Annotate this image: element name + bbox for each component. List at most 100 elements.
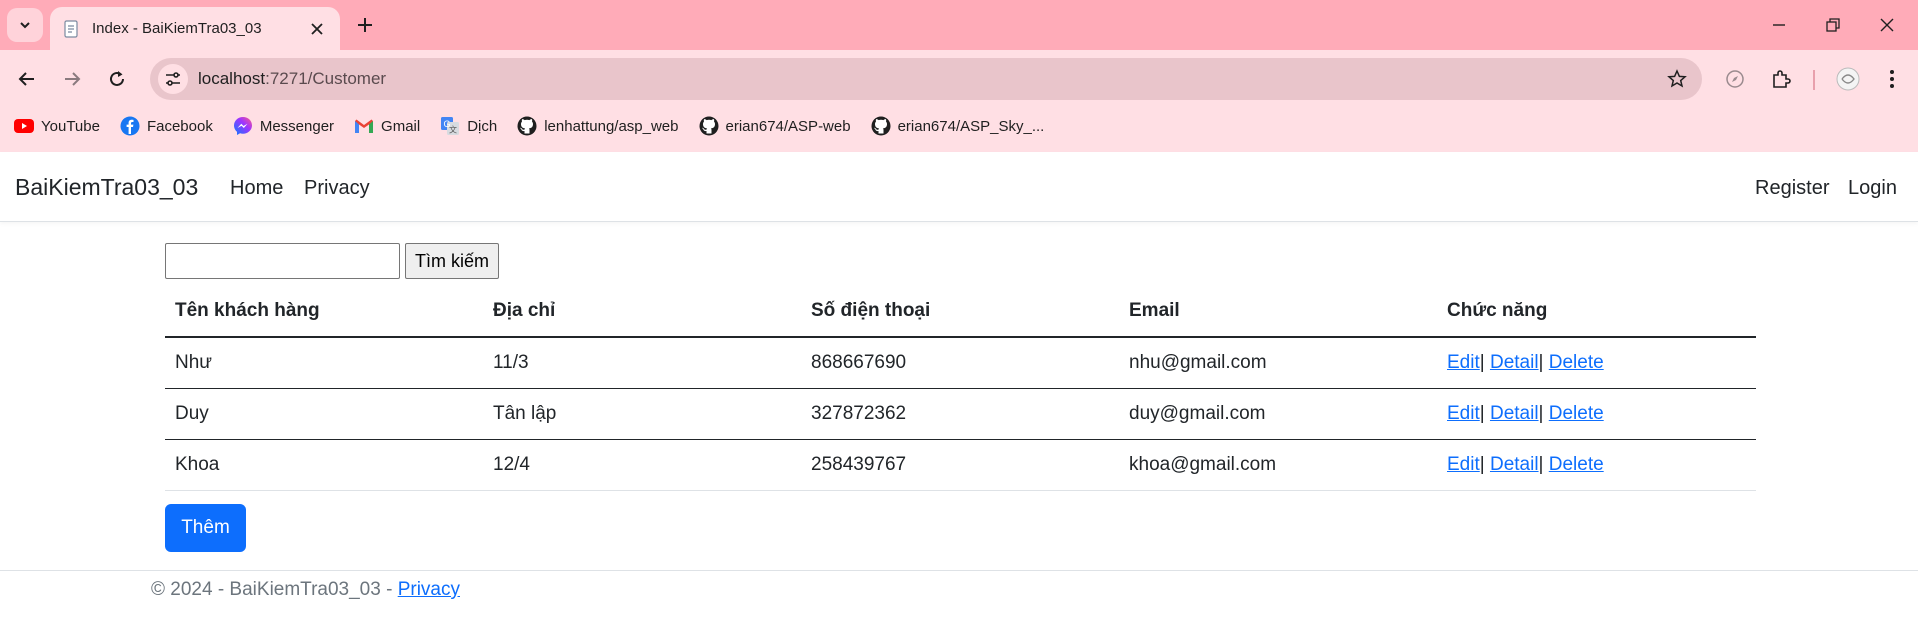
nav-home[interactable]: Home [230, 177, 283, 200]
site-brand[interactable]: BaiKiemTra03_03 [15, 174, 198, 201]
bookmark-label: erian674/ASP-web [725, 117, 851, 135]
cell-email: duy@gmail.com [1119, 388, 1437, 440]
plus-icon [358, 18, 372, 32]
compass-icon [1726, 70, 1744, 88]
search-button[interactable]: Tìm kiếm [405, 243, 499, 279]
bookmark-star-button[interactable] [1662, 64, 1692, 94]
cell-actions: Edit| Detail| Delete [1437, 337, 1756, 389]
forward-button[interactable] [56, 63, 88, 95]
messenger-icon [233, 116, 253, 136]
url-text[interactable]: localhost:7271/Customer [198, 69, 1662, 89]
search-input[interactable] [165, 243, 400, 279]
site-navbar: BaiKiemTra03_03 Home Privacy Register Lo… [0, 152, 1918, 222]
cell-actions: Edit| Detail| Delete [1437, 439, 1756, 491]
bookmark-facebook[interactable]: Facebook [120, 116, 213, 136]
translate-icon: G文 [440, 116, 460, 136]
menu-button[interactable] [1876, 63, 1908, 95]
more-vertical-icon [1890, 70, 1894, 88]
back-button[interactable] [11, 63, 43, 95]
header-name: Tên khách hàng [165, 285, 483, 338]
nav-login[interactable]: Login [1848, 177, 1897, 200]
bookmark-github-3[interactable]: erian674/ASP_Sky_... [871, 116, 1045, 136]
bookmark-label: erian674/ASP_Sky_... [897, 117, 1045, 135]
separator: | [1479, 402, 1485, 424]
table-row: Duy Tân lập 327872362 duy@gmail.com Edit… [165, 388, 1756, 440]
reload-icon [110, 71, 124, 86]
close-icon [1880, 18, 1894, 32]
tune-icon [166, 72, 180, 86]
edit-link[interactable]: Edit [1447, 454, 1480, 475]
bookmark-messenger[interactable]: Messenger [233, 116, 334, 136]
bookmark-github-1[interactable]: lenhattung/asp_web [517, 116, 679, 136]
detail-link[interactable]: Detail [1490, 352, 1539, 373]
separator: | [1479, 453, 1485, 475]
address-bar[interactable]: localhost:7271/Customer [150, 58, 1702, 100]
delete-link[interactable]: Delete [1549, 352, 1604, 373]
toolbar-divider [1813, 70, 1815, 90]
arrow-right-icon [65, 72, 81, 86]
chevron-down-icon [20, 22, 30, 29]
copyright-text: © 2024 - BaiKiemTra03_03 - [151, 579, 398, 600]
bookmark-github-2[interactable]: erian674/ASP-web [699, 116, 851, 136]
footer-privacy-link[interactable]: Privacy [398, 579, 460, 600]
nav-privacy[interactable]: Privacy [304, 177, 370, 200]
cell-name: Như [165, 337, 483, 389]
new-tab-button[interactable] [352, 12, 378, 38]
minimize-button[interactable] [1764, 12, 1794, 38]
reload-button[interactable] [101, 63, 133, 95]
cell-phone: 868667690 [801, 337, 1119, 389]
gmail-icon [354, 116, 374, 136]
close-icon[interactable] [306, 18, 328, 40]
add-customer-button[interactable]: Thêm [165, 504, 246, 552]
cell-address: 11/3 [483, 337, 801, 389]
separator: | [1479, 351, 1485, 373]
bookmark-label: Facebook [146, 117, 213, 135]
search-form: Tìm kiếm [165, 243, 499, 279]
bookmark-label: Messenger [259, 117, 335, 135]
bookmark-youtube[interactable]: YouTube [14, 116, 100, 136]
cell-actions: Edit| Detail| Delete [1437, 388, 1756, 440]
extensions-button[interactable] [1765, 63, 1797, 95]
separator: | [1538, 402, 1544, 424]
tab-search-button[interactable] [7, 8, 43, 42]
browser-tab-active[interactable]: Index - BaiKiemTra03_03 [50, 7, 340, 50]
delete-link[interactable]: Delete [1549, 454, 1604, 475]
footer-text: © 2024 - BaiKiemTra03_03 - Privacy [151, 579, 460, 601]
compass-extension-button[interactable] [1719, 63, 1751, 95]
bookmark-gmail[interactable]: Gmail [354, 116, 420, 136]
detail-link[interactable]: Detail [1490, 403, 1539, 424]
minimize-icon [1773, 24, 1785, 26]
bookmark-translate[interactable]: G文 Dịch [440, 116, 497, 136]
site-info-button[interactable] [158, 64, 188, 94]
bookmarks-bar: YouTube Facebook Messenger Gmail G文 Dịch… [0, 110, 1050, 142]
table-row: Như 11/3 868667690 nhu@gmail.com Edit| D… [165, 337, 1756, 389]
delete-link[interactable]: Delete [1549, 403, 1604, 424]
header-address: Địa chỉ [483, 285, 801, 338]
github-icon [517, 116, 537, 136]
edit-link[interactable]: Edit [1447, 352, 1480, 373]
facebook-icon [120, 116, 140, 136]
table-header-row: Tên khách hàng Địa chỉ Số điện thoại Ema… [165, 285, 1756, 338]
avatar-icon [1836, 67, 1860, 91]
cell-name: Khoa [165, 439, 483, 491]
bookmark-label: Gmail [381, 117, 421, 135]
header-phone: Số điện thoại [801, 285, 1119, 338]
tab-title: Index - BaiKiemTra03_03 [92, 20, 262, 37]
edit-link[interactable]: Edit [1447, 403, 1480, 424]
window-close-button[interactable] [1872, 12, 1902, 38]
cell-email: nhu@gmail.com [1119, 337, 1437, 389]
profile-button[interactable] [1832, 63, 1864, 95]
detail-link[interactable]: Detail [1490, 454, 1539, 475]
site-footer: © 2024 - BaiKiemTra03_03 - Privacy [0, 570, 1918, 632]
table-row: Khoa 12/4 258439767 khoa@gmail.com Edit|… [165, 439, 1756, 491]
url-path: :7271/Customer [265, 69, 387, 88]
cell-address: 12/4 [483, 439, 801, 491]
svg-text:文: 文 [449, 125, 457, 135]
nav-register[interactable]: Register [1755, 177, 1829, 200]
separator: | [1538, 351, 1544, 373]
browser-tab-strip: Index - BaiKiemTra03_03 [0, 0, 1918, 50]
arrow-left-icon [18, 72, 34, 86]
separator: | [1538, 453, 1544, 475]
restore-button[interactable] [1818, 12, 1848, 38]
github-icon [699, 116, 719, 136]
